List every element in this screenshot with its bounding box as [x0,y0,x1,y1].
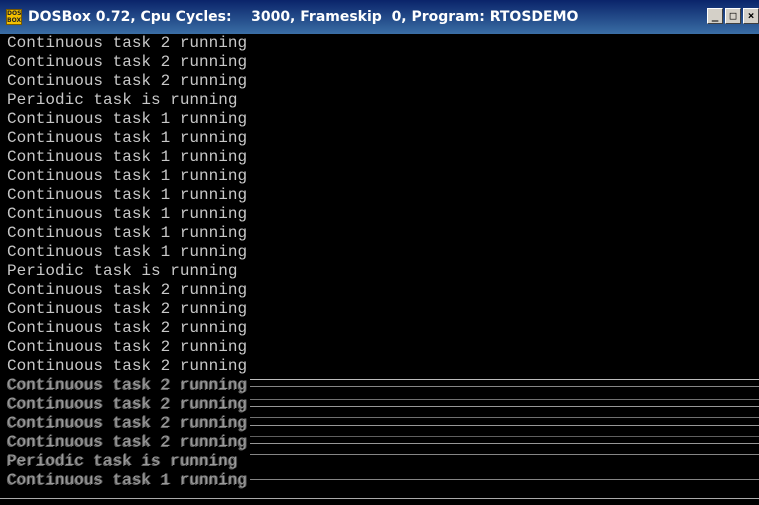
console-line: Periodic task is running [7,262,238,280]
console-line: Continuous task 2 running [7,338,248,356]
scanline-artifact [250,479,759,480]
scanline-artifact [250,417,759,418]
scanline-artifact [250,443,759,444]
window-title: DOSBox 0.72, Cpu Cycles: 3000, Frameskip… [28,9,579,25]
console-line: Continuous task 1 running [7,129,248,147]
console-output: Continuous task 2 running Continuous tas… [0,34,759,505]
console-line: Continuous task 2 running [7,281,248,299]
title-bar[interactable]: DOS BOX DOSBox 0.72, Cpu Cycles: 3000, F… [0,0,759,34]
scanline-artifact [250,386,759,387]
console-line: Continuous task 1 running [7,148,248,166]
console-line-distorted: Continuous task 2 running [7,433,248,451]
console-line-distorted: Continuous task 1 running [7,471,248,489]
console-line: Continuous task 1 running [7,224,248,242]
scanline-artifact [250,425,759,426]
console-line-distorted: Periodic task is running [7,452,238,470]
console-line-distorted: Continuous task 2 running [7,414,248,432]
scanline-artifact [250,399,759,400]
scanline-artifact [250,436,759,437]
console-line: Continuous task 2 running [7,300,248,318]
console-line: Continuous task 2 running [7,53,248,71]
close-button[interactable]: × [743,8,759,24]
minimize-button[interactable]: _ [707,8,723,24]
console-line: Continuous task 1 running [7,205,248,223]
console-line: Periodic task is running [7,91,238,109]
console-line: Continuous task 2 running [7,357,248,375]
scanline-artifact [0,498,759,499]
scanline-artifact [250,454,759,455]
console-line: Continuous task 2 running [7,72,248,90]
console-line: Continuous task 1 running [7,186,248,204]
window-controls: _ □ × [707,8,759,24]
console-line: Continuous task 1 running [7,243,248,261]
dosbox-icon[interactable]: DOS BOX [6,9,22,25]
scanline-artifact [250,406,759,407]
console-line-distorted: Continuous task 2 running [7,395,248,413]
console-line: Continuous task 2 running [7,34,248,52]
scanline-artifact [250,379,759,380]
console-line: Continuous task 1 running [7,167,248,185]
console-line: Continuous task 2 running [7,319,248,337]
console-line-distorted: Continuous task 2 running [7,376,248,394]
maximize-button[interactable]: □ [725,8,741,24]
console-line: Continuous task 1 running [7,110,248,128]
